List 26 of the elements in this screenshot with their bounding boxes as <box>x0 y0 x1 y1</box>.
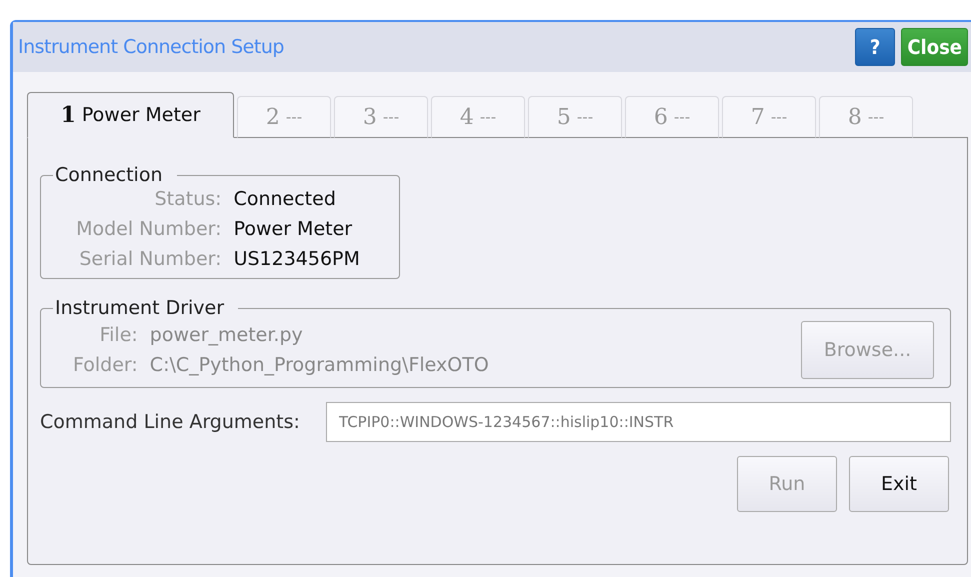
field-value: C:\C_Python_Programming\FlexOTO <box>150 354 489 376</box>
tab[interactable]: 8 --- <box>819 96 913 138</box>
tab[interactable]: 7 --- <box>722 96 816 138</box>
help-button[interactable]: ? <box>854 28 896 66</box>
group-title: Connection <box>54 164 164 186</box>
dialog-button[interactable]: Exit <box>849 456 949 512</box>
field-value: Connected <box>234 188 337 210</box>
tab[interactable]: 2 --- <box>237 96 331 138</box>
field-label: File: <box>98 324 138 346</box>
command-line-field[interactable]: TCPIP0::WINDOWS-1234567::hislip10::INSTR <box>326 402 951 442</box>
window-title: Instrument Connection Setup <box>18 36 284 58</box>
field-value: power_meter.py <box>150 324 304 346</box>
field-label: Model Number: <box>75 218 222 240</box>
close-button[interactable]: Close <box>901 28 968 66</box>
field-value: US123456PM <box>234 248 361 270</box>
tab[interactable]: 1 Power Meter <box>27 92 234 138</box>
field-label: Command Line Arguments: <box>40 411 300 433</box>
field-label: Serial Number: <box>78 248 222 270</box>
tab[interactable]: 4 --- <box>431 96 525 138</box>
tab[interactable]: 6 --- <box>625 96 719 138</box>
tab[interactable]: 3 --- <box>334 96 428 138</box>
tab[interactable]: 5 --- <box>528 96 622 138</box>
group-title: Instrument Driver <box>54 297 226 319</box>
field-label: Status: <box>154 188 222 210</box>
field-value: Power Meter <box>234 218 354 240</box>
field-label: Folder: <box>73 354 138 376</box>
